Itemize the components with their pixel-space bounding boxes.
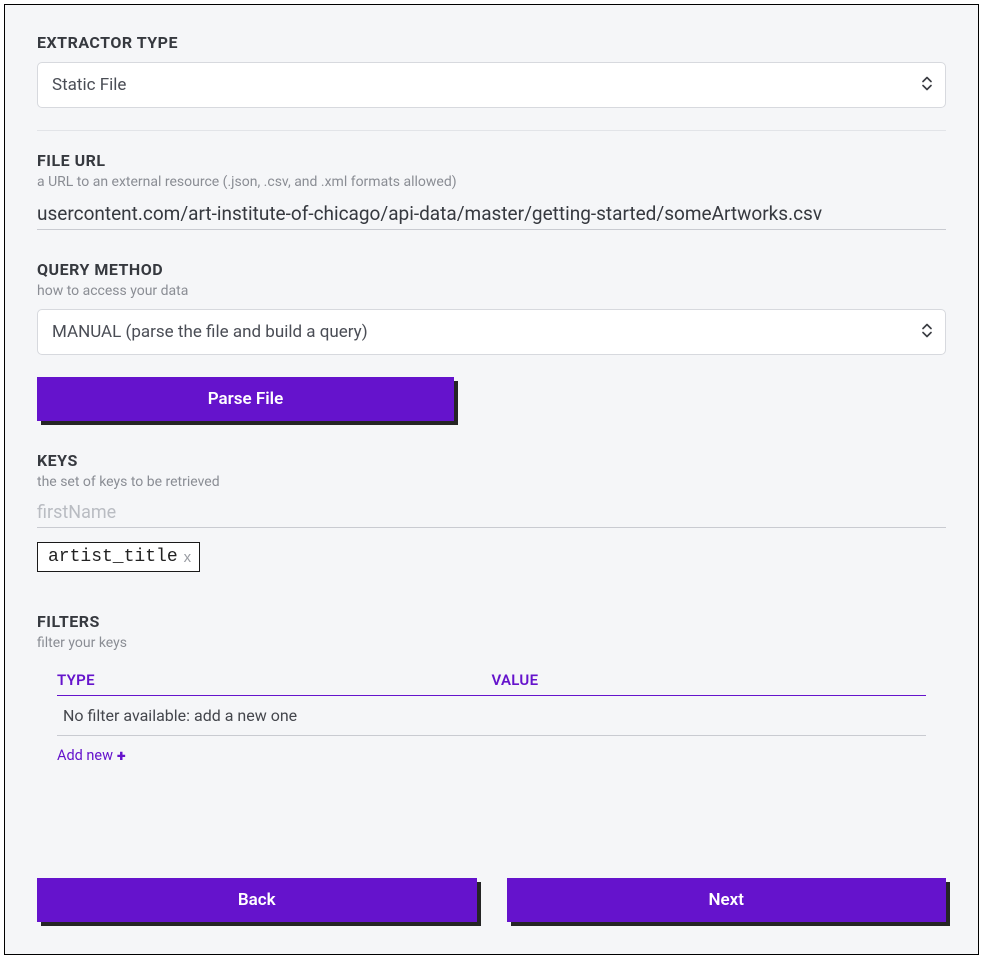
query-method-sublabel: how to access your data: [37, 283, 946, 299]
plus-icon: +: [117, 746, 126, 765]
keys-input-wrap: [37, 502, 946, 528]
divider: [37, 130, 946, 131]
add-filter-button[interactable]: Add new +: [57, 746, 126, 765]
file-url-sublabel: a URL to an external resource (.json, .c…: [37, 174, 946, 190]
next-button[interactable]: Next: [507, 878, 947, 922]
filters-table: TYPE VALUE No filter available: add a ne…: [37, 671, 946, 765]
back-button[interactable]: Back: [37, 878, 477, 922]
key-tag-remove[interactable]: x: [184, 549, 192, 566]
filters-section: FILTERS filter your keys TYPE VALUE No f…: [37, 612, 946, 765]
filters-sublabel: filter your keys: [37, 635, 946, 651]
filters-header-row: TYPE VALUE: [57, 671, 926, 696]
key-tag-label: artist_title: [48, 547, 178, 567]
file-url-label: FILE URL: [37, 151, 946, 170]
filters-col-type: TYPE: [57, 671, 492, 689]
query-method-section: QUERY METHOD how to access your data MAN…: [37, 260, 946, 421]
form-panel: EXTRACTOR TYPE Static File FILE URL a UR…: [4, 4, 979, 955]
filters-label: FILTERS: [37, 612, 946, 631]
parse-file-button[interactable]: Parse File: [37, 377, 454, 421]
query-method-value: MANUAL (parse the file and build a query…: [52, 322, 368, 342]
query-method-label: QUERY METHOD: [37, 260, 946, 279]
keys-sublabel: the set of keys to be retrieved: [37, 474, 946, 490]
filters-col-value: VALUE: [492, 671, 927, 689]
key-tag: artist_title x: [37, 542, 200, 572]
query-method-select-wrap: MANUAL (parse the file and build a query…: [37, 309, 946, 355]
file-url-section: FILE URL a URL to an external resource (…: [37, 151, 946, 230]
extractor-type-label: EXTRACTOR TYPE: [37, 33, 946, 52]
extractor-type-section: EXTRACTOR TYPE Static File: [37, 33, 946, 108]
add-filter-label: Add new: [57, 747, 113, 764]
extractor-type-value: Static File: [52, 75, 126, 95]
filters-empty-message: No filter available: add a new one: [57, 696, 926, 736]
keys-input[interactable]: [37, 502, 946, 523]
nav-row: Back Next: [37, 878, 946, 922]
extractor-type-select[interactable]: Static File: [37, 62, 946, 108]
file-url-input[interactable]: [37, 202, 946, 225]
file-url-input-wrap: [37, 202, 946, 230]
query-method-select[interactable]: MANUAL (parse the file and build a query…: [37, 309, 946, 355]
extractor-type-select-wrap: Static File: [37, 62, 946, 108]
keys-label: KEYS: [37, 451, 946, 470]
keys-section: KEYS the set of keys to be retrieved art…: [37, 451, 946, 572]
